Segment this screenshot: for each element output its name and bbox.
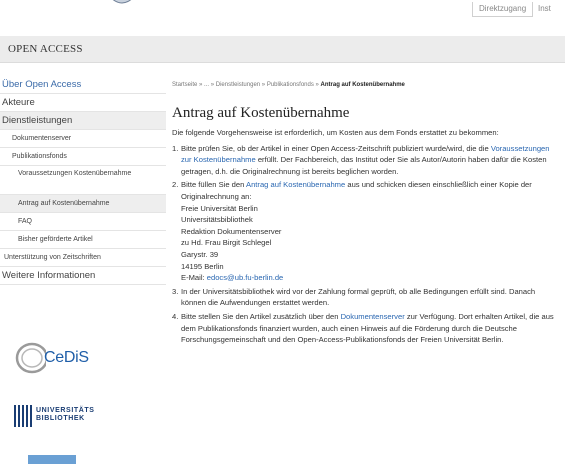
nav-item-bisher-gefoerderte-artikel[interactable]: Bisher geförderte Artikel [0,231,166,249]
banner-title: OPEN ACCESS [8,43,83,55]
step2-text-a: Bitte füllen Sie den [181,180,247,190]
email-label: E-Mail: [181,273,207,283]
nav-item-antrag[interactable]: Antrag auf Kostenübernahme [0,195,166,213]
ub-logo-line1: UNIVERSITÄTS [36,407,95,414]
nav-item-voraussetzungen[interactable]: Voraussetzungen Kostenübernahme [0,166,166,195]
direct-access-link[interactable]: Direktzugang [472,2,534,17]
breadcrumb-publikationsfonds[interactable]: Publikationsfonds [267,82,314,88]
main-content: Startseite » ... » Dienstleistungen » Pu… [172,80,560,346]
step4-text-a: Bitte stellen Sie den Artikel zusätzlich… [181,311,341,321]
breadcrumb-current: Antrag auf Kostenübernahme [320,82,405,88]
section-banner: OPEN ACCESS [0,36,565,63]
breadcrumb-dienstleistungen[interactable]: Dienstleistungen [216,82,260,88]
left-navigation: Über Open Access Akteure Dienstleistunge… [0,76,166,285]
nav-item-akteure[interactable]: Akteure [0,94,166,112]
list-item: 2. Bitte füllen Sie den Antrag auf Koste… [172,179,560,283]
step-number: 1. [172,143,179,153]
list-item: 1. Bitte prüfen Sie, ob der Artikel in e… [172,143,560,178]
nav-item-dokumentenserver[interactable]: Dokumentenserver [0,130,166,148]
antrag-form-link[interactable]: Antrag auf Kostenübernahme [246,180,345,189]
breadcrumb-ellipsis[interactable]: ... [204,82,209,88]
nav-item-dienstleistungen[interactable]: Dienstleistungen [0,112,166,130]
address-line: Garystr. 39 [181,249,219,259]
intro-text: Die folgende Vorgehensweise ist erforder… [172,128,499,137]
address-line: 14195 Berlin [181,261,224,271]
steps-list: 1. Bitte prüfen Sie, ob der Artikel in e… [172,143,560,346]
address-line: zu Hd. Frau Birgit Schlegel [181,238,272,248]
breadcrumb-home[interactable]: Startseite [172,82,197,88]
email-link[interactable]: edocs@ub.fu-berlin.de [207,273,284,282]
step-number: 2. [172,180,179,190]
cedis-globe-icon [15,342,46,374]
universitaetsbibliothek-logo[interactable]: UNIVERSITÄTS BIBLIOTHEK [14,403,124,431]
nav-item-weitere-informationen[interactable]: Weitere Informationen [0,267,166,285]
top-bar: Direktzugang Inst [0,0,565,36]
ub-logo-line2: BIBLIOTHEK [36,415,85,422]
dokumentenserver-link[interactable]: Dokumentenserver [341,312,405,321]
breadcrumb-separator: » [199,82,203,88]
list-item: 4. Bitte stellen Sie den Artikel zusätzl… [172,311,560,346]
partner-logo-partial [28,455,76,464]
ub-logo-text: UNIVERSITÄTS BIBLIOTHEK [36,407,95,423]
page-title: Antrag auf Kostenübernahme [172,105,350,121]
university-seal-logo[interactable] [100,0,144,16]
cedis-logo[interactable]: CeDiS [12,336,102,380]
nav-item-publikationsfonds[interactable]: Publikationsfonds [0,148,166,166]
email-line: E-Mail: edocs@ub.fu-berlin.de [181,272,560,284]
step-number: 3. [172,286,179,296]
breadcrumb-separator: » [261,82,266,88]
institutions-link[interactable]: Inst [538,4,551,13]
breadcrumb: Startseite » ... » Dienstleistungen » Pu… [172,80,560,90]
nav-item-ueber-open-access[interactable]: Über Open Access [0,76,166,94]
address-line: Freie Universität Berlin [181,203,258,213]
breadcrumb-separator: » [315,82,319,88]
step1-text-a: Bitte prüfen Sie, ob der Artikel in eine… [181,143,491,153]
step3-text: In der Universitätsbibliothek wird vor d… [181,286,536,308]
nav-item-faq[interactable]: FAQ [0,213,166,231]
list-item: 3. In der Universitätsbibliothek wird vo… [172,286,560,309]
library-bars-icon [14,405,32,427]
nav-item-unterstuetzung-zeitschriften[interactable]: Unterstützung von Zeitschriften [0,249,166,267]
cedis-logo-text: CeDiS [44,349,89,366]
address-line: Universitätsbibliothek [181,215,253,225]
breadcrumb-separator: » [210,82,215,88]
step-number: 4. [172,311,179,321]
address-line: Redaktion Dokumentenserver [181,226,282,236]
